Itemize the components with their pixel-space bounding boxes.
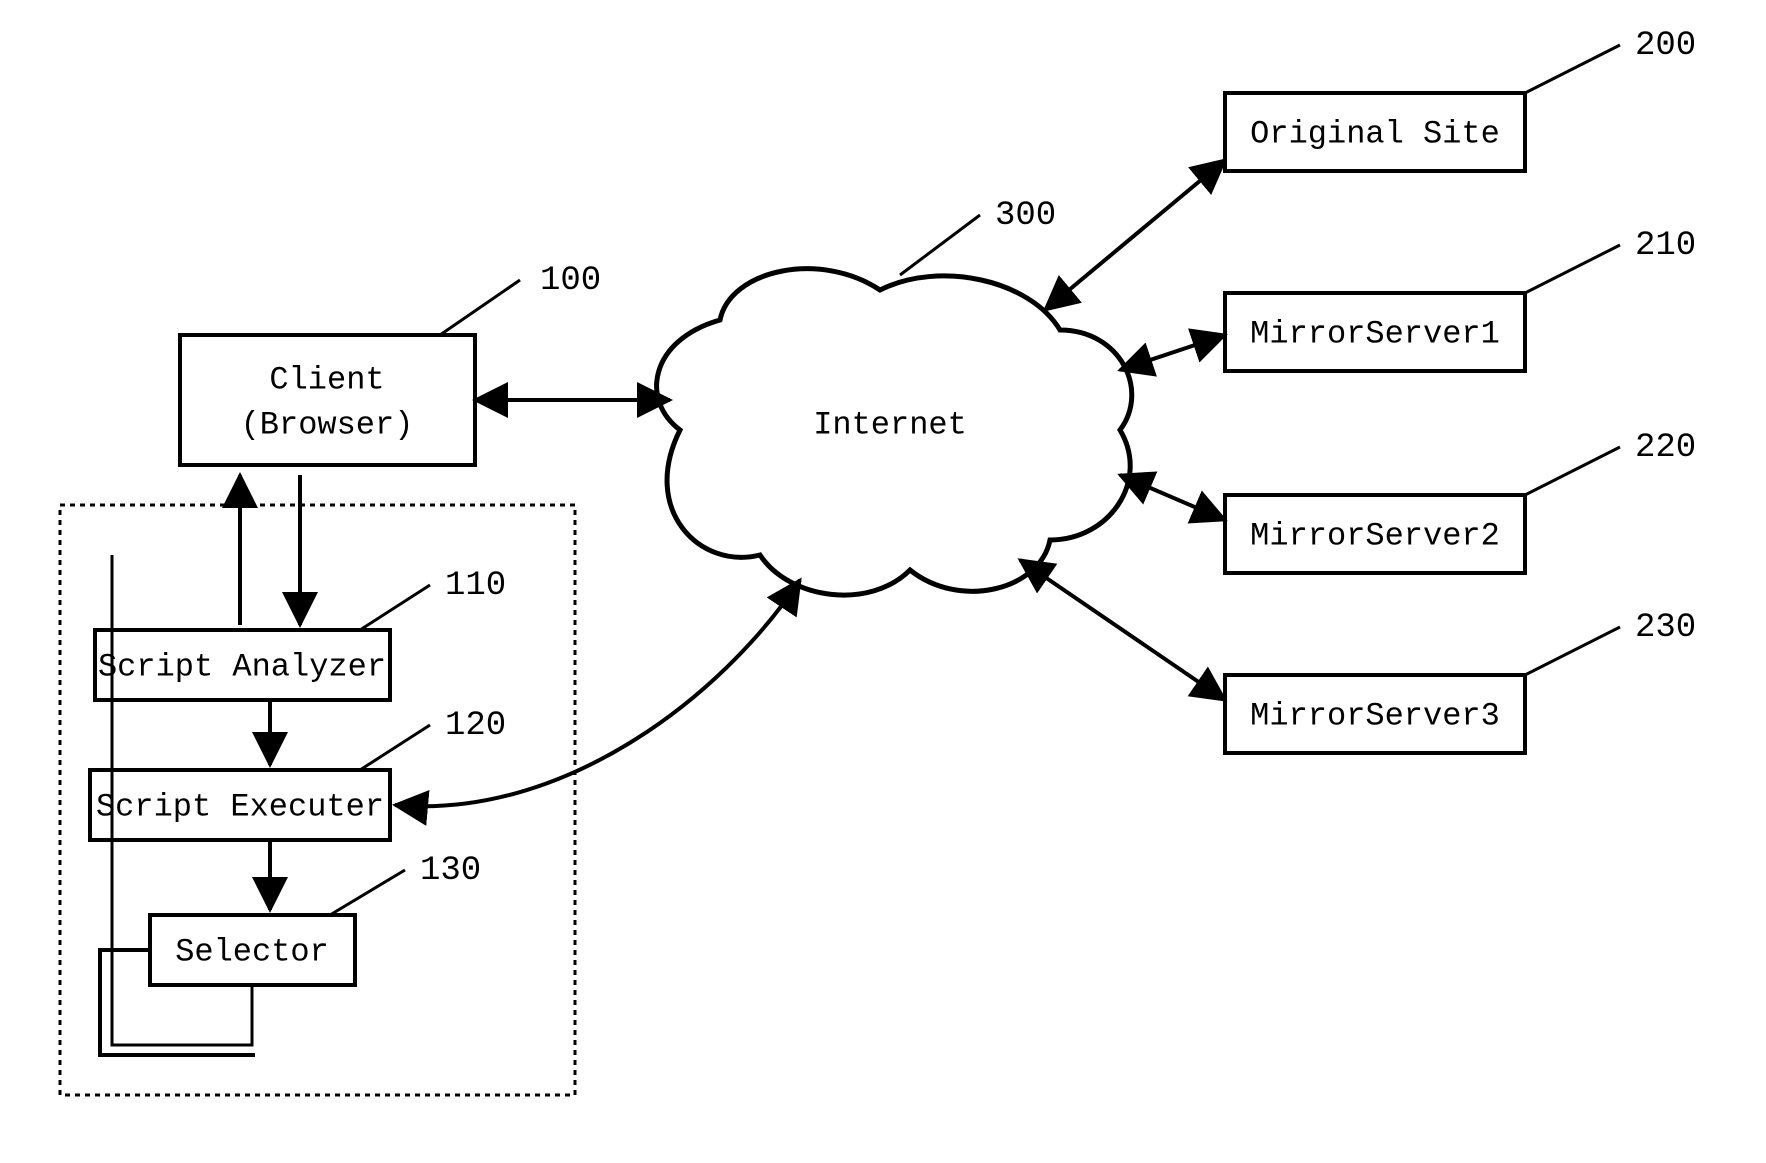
script-analyzer-label: Script Analyzer — [98, 648, 386, 685]
script-analyzer-leader — [360, 585, 430, 630]
client-label-line2: (Browser) — [241, 406, 414, 443]
mirror2-label: MirrorServer2 — [1250, 517, 1500, 554]
script-executer-label: Script Executer — [96, 788, 384, 825]
selector-ref: 130 — [420, 852, 481, 890]
client-ref: 100 — [540, 262, 601, 300]
client-box: Client (Browser) — [180, 335, 475, 465]
internet-label: Internet — [813, 406, 967, 443]
original-site-leader — [1525, 45, 1620, 93]
internet-ref: 300 — [995, 197, 1056, 235]
script-executer-box: Script Executer — [90, 770, 390, 840]
conn-internet-mirror3 — [1020, 560, 1225, 700]
internet-leader — [900, 215, 980, 275]
mirror1-ref: 210 — [1635, 227, 1696, 265]
architecture-diagram: Client (Browser) 100 Script Analyzer 110… — [0, 0, 1766, 1163]
conn-executer-internet — [395, 580, 800, 806]
client-label-line1: Client — [269, 361, 384, 398]
mirror2-ref: 220 — [1635, 429, 1696, 467]
mirror3-leader — [1525, 627, 1620, 675]
selector-box: Selector — [150, 915, 355, 985]
original-site-ref: 200 — [1635, 27, 1696, 65]
mirror1-leader — [1525, 245, 1620, 293]
mirror2-box: MirrorServer2 — [1225, 495, 1525, 573]
selector-leader — [330, 870, 405, 915]
conn-internet-original — [1045, 160, 1225, 310]
mirror3-ref: 230 — [1635, 609, 1696, 647]
script-executer-ref: 120 — [445, 707, 506, 745]
mirror1-box: MirrorServer1 — [1225, 293, 1525, 371]
original-site-box: Original Site — [1225, 93, 1525, 171]
original-site-label: Original Site — [1250, 115, 1500, 152]
conn-internet-mirror2 — [1120, 475, 1225, 520]
conn-internet-mirror1 — [1120, 335, 1225, 370]
mirror2-leader — [1525, 447, 1620, 495]
mirror1-label: MirrorServer1 — [1250, 315, 1500, 352]
internet-cloud: Internet — [657, 269, 1132, 595]
script-executer-leader — [360, 725, 430, 770]
client-leader — [440, 280, 520, 335]
script-analyzer-box: Script Analyzer — [95, 630, 390, 700]
selector-label: Selector — [175, 933, 329, 970]
script-analyzer-ref: 110 — [445, 567, 506, 605]
mirror3-box: MirrorServer3 — [1225, 675, 1525, 753]
mirror3-label: MirrorServer3 — [1250, 697, 1500, 734]
